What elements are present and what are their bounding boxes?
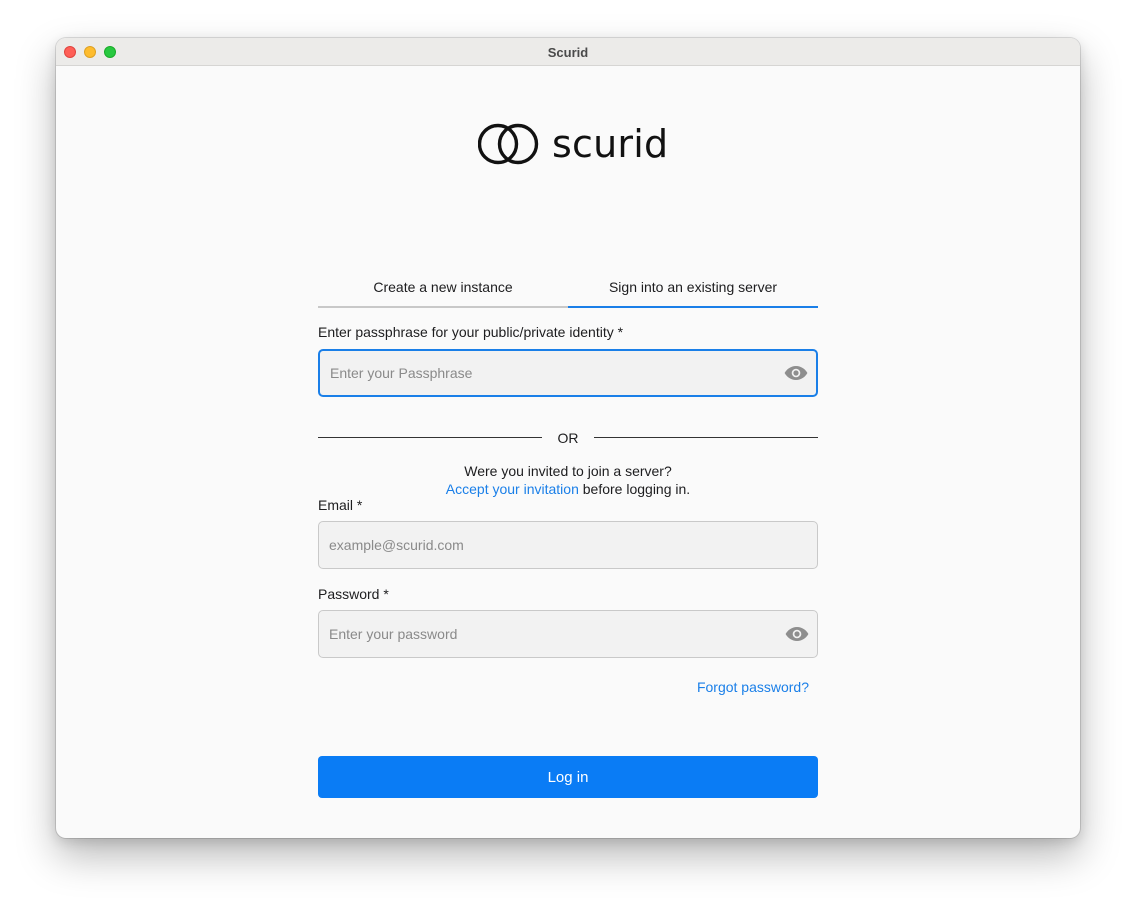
invite-suffix: before logging in. (578, 481, 691, 497)
invite-notice: Were you invited to join a server? Accep… (318, 462, 818, 498)
password-label: Password * (318, 586, 389, 602)
passphrase-label: Enter passphrase for your public/private… (318, 324, 624, 340)
invite-question: Were you invited to join a server? (464, 463, 672, 479)
divider-line-right (594, 437, 818, 438)
app-logo: scurid (478, 120, 668, 168)
show-passphrase-eye-icon[interactable] (784, 365, 808, 381)
log-in-button[interactable]: Log in (318, 756, 818, 798)
show-password-eye-icon[interactable] (785, 626, 809, 642)
tab-sign-in-existing[interactable]: Sign into an existing server (568, 268, 818, 308)
password-input[interactable] (329, 611, 769, 657)
invite-line: Accept your invitation before logging in… (318, 480, 818, 498)
email-input[interactable] (329, 522, 769, 568)
accept-invitation-link[interactable]: Accept your invitation (446, 481, 579, 497)
window-title: Scurid (547, 45, 589, 60)
scurid-logo-icon (478, 123, 539, 165)
password-field (318, 610, 818, 658)
passphrase-field (318, 349, 818, 397)
email-field (318, 521, 818, 569)
forgot-password-link[interactable]: Forgot password? (697, 679, 809, 695)
or-divider: OR (318, 430, 818, 446)
tab-create-instance[interactable]: Create a new instance (318, 268, 568, 308)
auth-tabs: Create a new instance Sign into an exist… (318, 268, 818, 308)
email-label: Email * (318, 497, 363, 513)
passphrase-input[interactable] (330, 351, 770, 395)
or-label: OR (557, 430, 579, 446)
title-bar: Scurid (56, 38, 1080, 66)
logo-wordmark: scurid (552, 122, 669, 166)
app-window: Scurid scurid Create a new instance Sign… (56, 38, 1080, 838)
